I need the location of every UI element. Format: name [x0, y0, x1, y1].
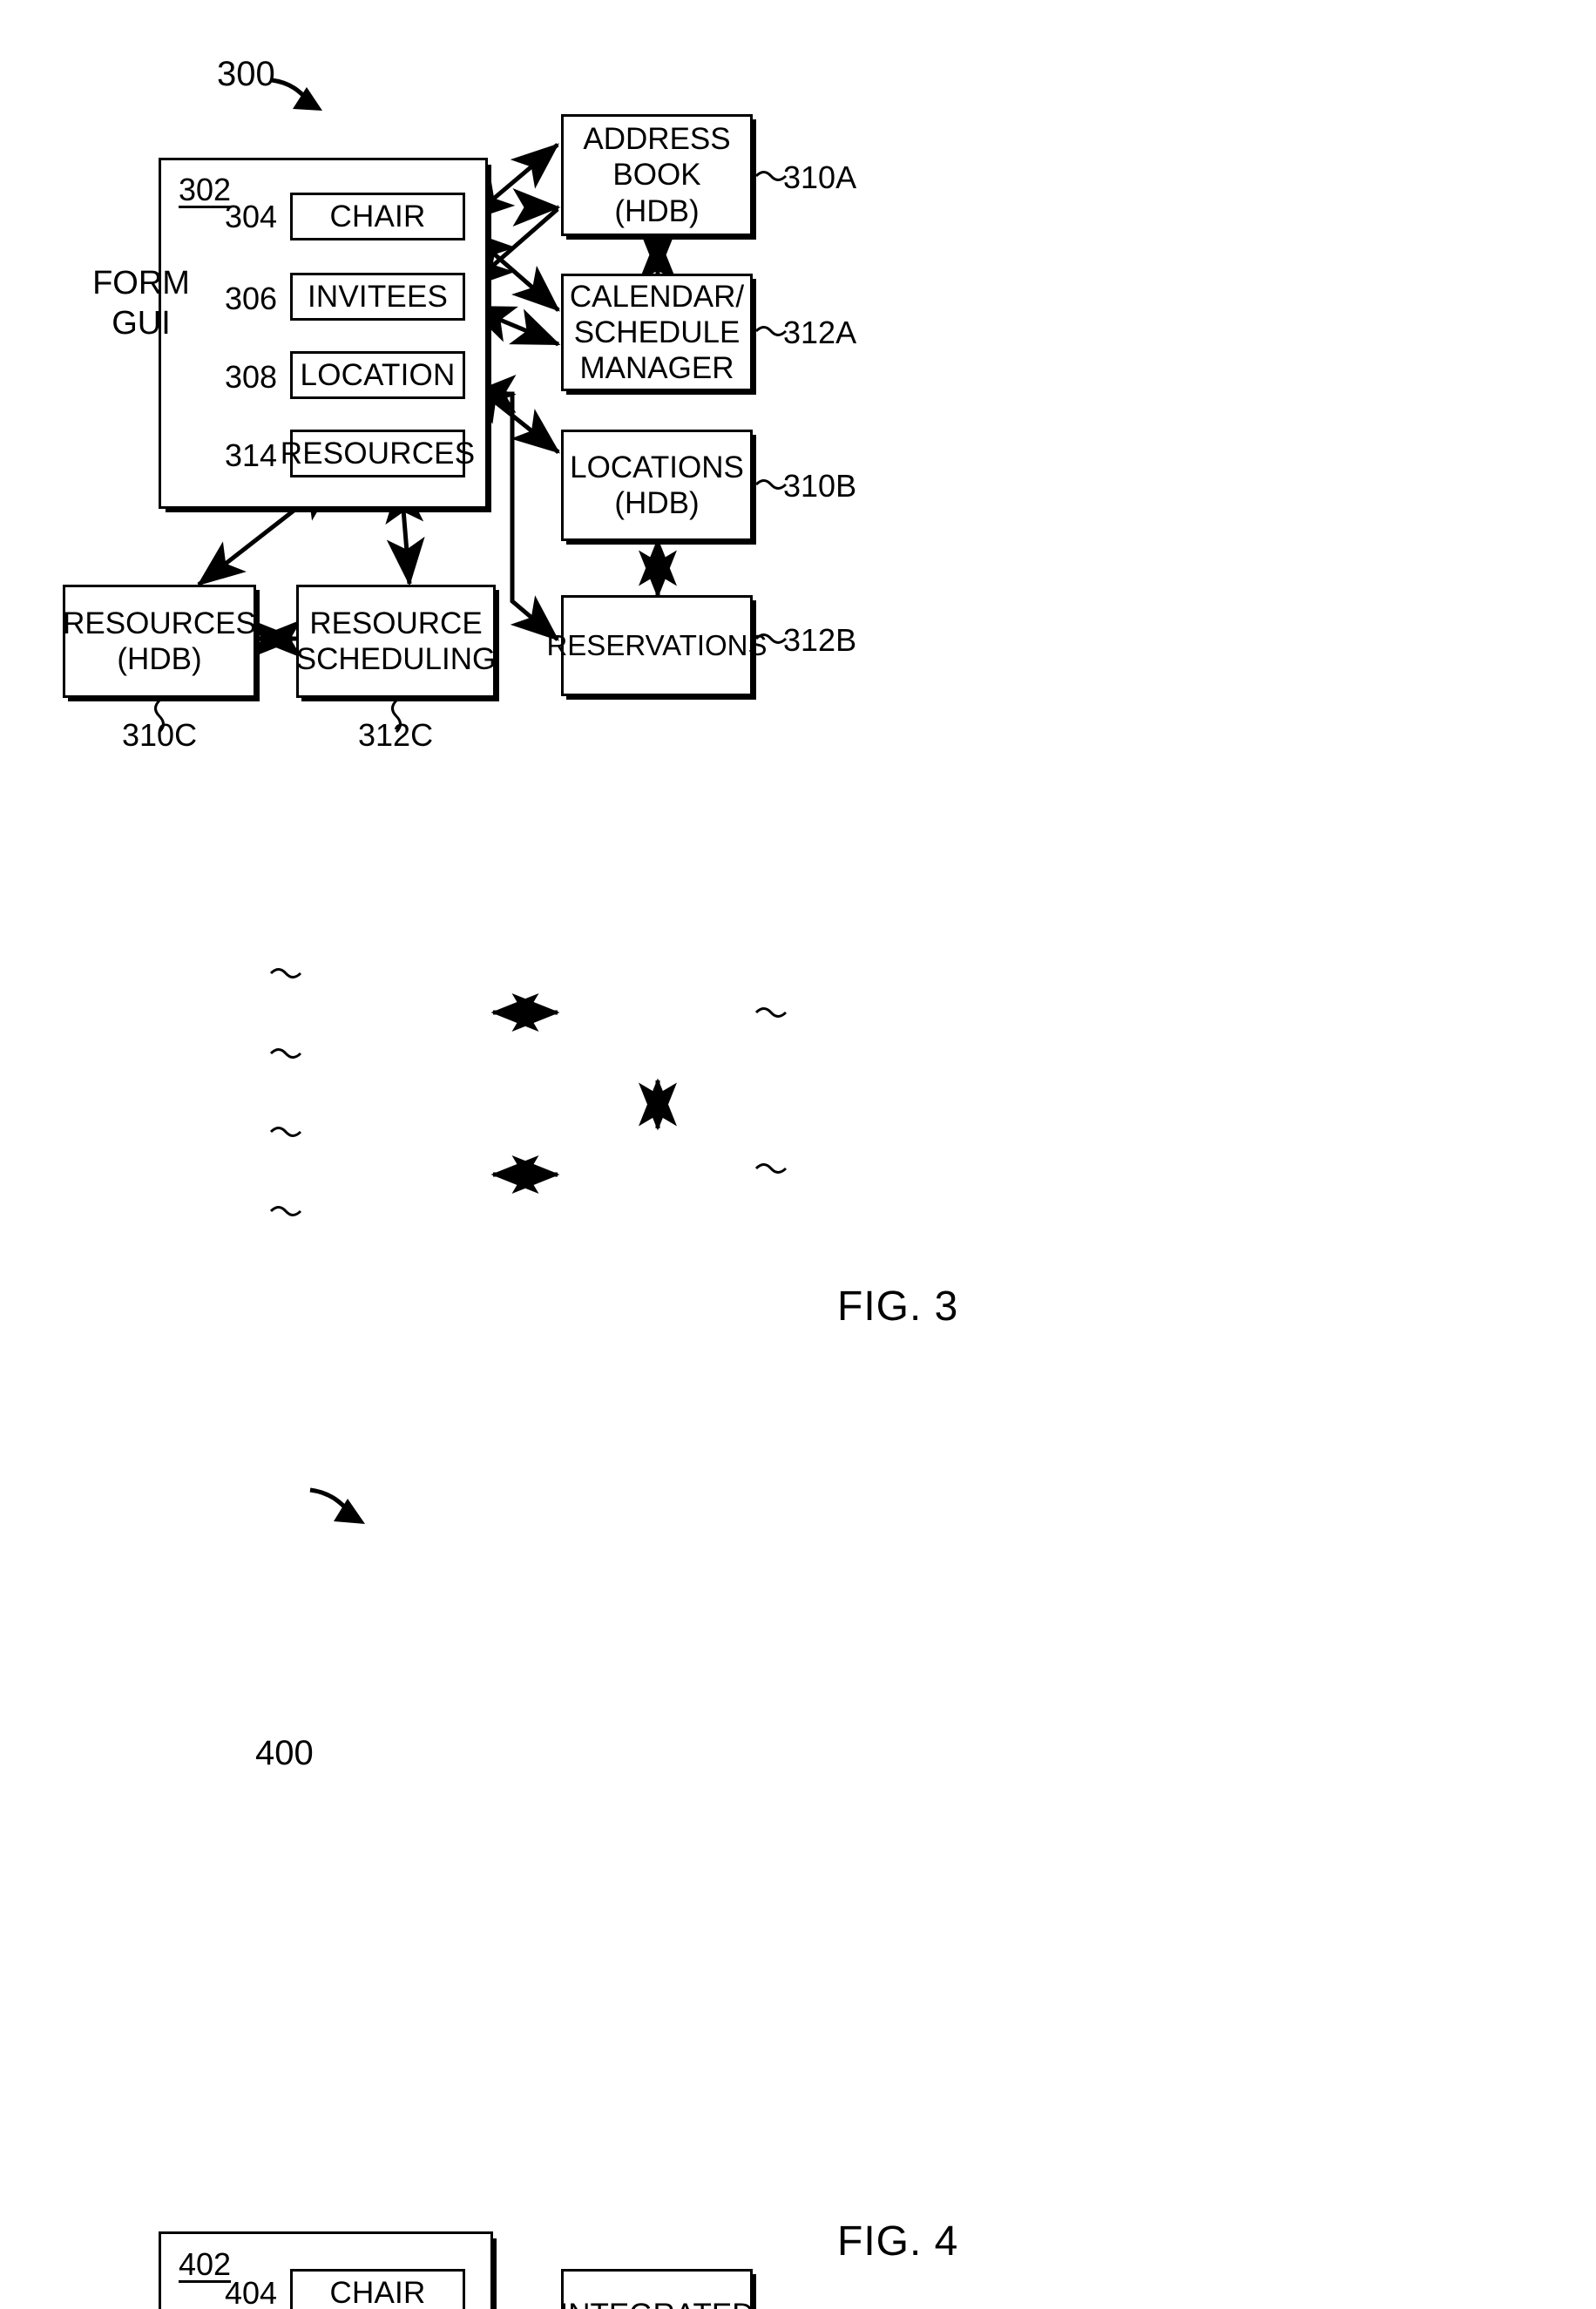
fig3-calendar-ref: 312A	[783, 315, 857, 350]
fig3-resources-hdb-ref: 310C	[122, 717, 198, 753]
fig3-location-ref: 308	[225, 359, 278, 395]
fig3-locations-line2: (HDB)	[614, 486, 700, 520]
fig3-reservations-label: RESERVATIONS	[546, 628, 768, 661]
fig3-calendar-line2: SCHEDULE	[573, 315, 741, 349]
fig3-field-invitees[interactable]: INVITEES	[290, 273, 465, 321]
fig3-address-book-line1: ADDRESS	[583, 122, 731, 157]
fig3-calendar-line3: MANAGER	[579, 351, 734, 386]
fig4-module-integrated-hdb[interactable]: INTEGRATED HDB	[560, 2269, 754, 2309]
fig3-resource-sched-line1: RESOURCE	[309, 606, 483, 640]
fig3-field-chair-label: CHAIR	[329, 199, 426, 234]
fig3-locations-ref: 310B	[783, 468, 857, 504]
fig4-ref-leaders	[269, 968, 788, 1216]
fig4-chair-ref: 404	[225, 2275, 278, 2309]
fig4-field-chair[interactable]: CHAIR	[290, 2269, 465, 2309]
patent-drawing-sheet: 300 FORM GUI 302 304 CHAIR 306 INVITEES …	[0, 0, 1596, 2309]
fig3-module-calendar-schedule-manager[interactable]: CALENDAR/ SCHEDULE MANAGER	[561, 274, 753, 391]
fig3-resource-sched-ref: 312C	[358, 717, 434, 753]
fig3-address-book-line2: BOOK	[612, 158, 701, 193]
fig3-module-reservations[interactable]: RESERVATIONS	[546, 595, 768, 696]
fig3-resources-hdb-line2: (HDB)	[117, 642, 202, 676]
fig3-field-resources[interactable]: RESOURCES	[281, 430, 475, 477]
fig3-module-locations-hdb[interactable]: LOCATIONS (HDB)	[561, 430, 753, 541]
fig3-gui-ref: 302	[179, 172, 232, 207]
fig3-calendar-line1: CALENDAR/	[569, 279, 745, 314]
fig3-field-invitees-label: INVITEES	[307, 279, 449, 314]
fig3-field-chair[interactable]: CHAIR	[290, 193, 465, 240]
fig3-module-resources-hdb[interactable]: RESOURCES (HDB)	[63, 585, 256, 698]
fig3-invitees-ref: 306	[225, 281, 278, 316]
fig3-form-gui-label-line2: GUI	[112, 304, 171, 342]
fig3-caption: FIG. 3	[837, 1283, 959, 1330]
fig3-address-book-line3: (HDB)	[614, 193, 700, 228]
fig3-reservations-ref: 312B	[783, 622, 857, 658]
fig4-integrated-hdb-line1: INTEGRATED	[560, 2297, 754, 2309]
fig3-chair-ref: 304	[225, 199, 278, 234]
fig3-field-location[interactable]: LOCATION	[290, 351, 465, 399]
fig3-locations-line1: LOCATIONS	[570, 450, 744, 484]
fig3-address-book-ref: 310A	[783, 159, 857, 195]
fig3-resources-ref: 314	[225, 437, 278, 473]
fig4-caption: FIG. 4	[837, 2218, 959, 2265]
fig4-gui-ref: 402	[179, 2246, 232, 2282]
fig3-form-gui-label-line1: FORM	[92, 265, 190, 301]
fig4-field-chair-label: CHAIR	[329, 2275, 426, 2309]
fig3-module-address-book[interactable]: ADDRESS BOOK (HDB)	[561, 114, 753, 236]
fig3-module-resource-scheduling[interactable]: RESOURCE SCHEDULING	[296, 585, 496, 698]
fig3-form-gui-label: FORM GUI	[63, 264, 220, 343]
fig3-field-location-label: LOCATION	[300, 357, 456, 392]
fig3-resources-hdb-line1: RESOURCES	[63, 606, 256, 640]
fig4-data-arrows	[490, 993, 677, 1194]
fig3-resource-sched-line2: SCHEDULING	[295, 642, 497, 676]
fig3-figure-ref: 300	[217, 55, 275, 93]
fig4-lead-arrow	[309, 1487, 365, 1524]
fig3-field-resources-label: RESOURCES	[280, 436, 476, 471]
fig4-figure-ref: 400	[255, 1734, 314, 1772]
